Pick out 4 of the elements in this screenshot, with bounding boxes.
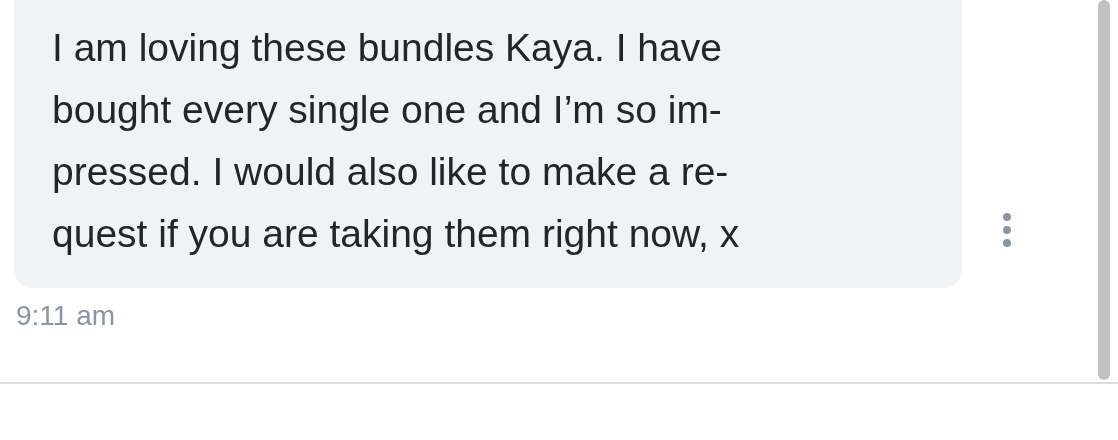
- message-time: 9:11 am: [16, 300, 117, 332]
- message-text: I am loving these bundles Kaya. I have bought every single one and I’m so im- pressed. I would also like to make a re- quest if you are taking them right now, x: [52, 25, 741, 257]
- more-options-icon[interactable]: [1002, 212, 1012, 248]
- scrollbar[interactable]: [1098, 0, 1110, 380]
